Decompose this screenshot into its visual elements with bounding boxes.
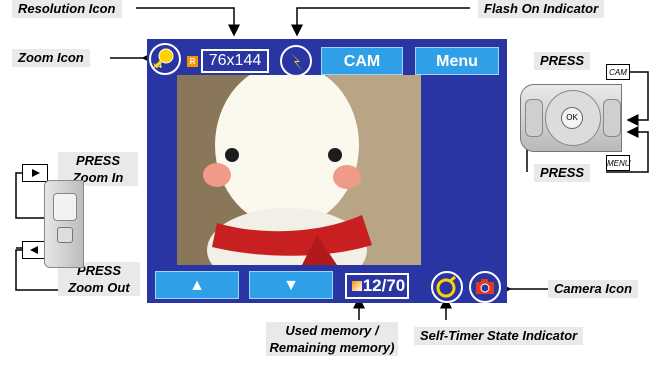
camera-icon xyxy=(469,271,501,303)
viewfinder-image xyxy=(177,75,421,265)
phone-keypad: OK xyxy=(520,84,622,152)
scroll-up-button[interactable]: ▲ xyxy=(155,271,239,299)
zoom-in-key-icon xyxy=(22,164,48,182)
flash-icon xyxy=(280,45,312,77)
zoom-icon-label: Zoom Icon xyxy=(12,49,90,67)
menu-key-icon: MENU xyxy=(606,155,631,171)
press-menu-label: PRESS xyxy=(534,164,591,182)
zoom-icon: x4 xyxy=(149,43,181,75)
cam-button[interactable]: CAM xyxy=(321,47,403,75)
memory-indicator: 12/70 xyxy=(345,273,409,299)
resolution-badge: R xyxy=(187,56,198,67)
camera-screen: x4 R 76x144 CAM Menu ▲ ▼ 12/70 xyxy=(147,39,507,303)
self-timer-icon xyxy=(431,271,463,303)
resolution-icon-label: Resolution Icon xyxy=(12,0,122,18)
scroll-down-button[interactable]: ▼ xyxy=(249,271,333,299)
memory-icon xyxy=(352,281,362,291)
flash-indicator-label: Flash On Indicator xyxy=(478,0,605,18)
resolution-indicator: 76x144 xyxy=(201,49,269,73)
press-cam-label: PRESS xyxy=(534,52,591,70)
phone-side-keys xyxy=(44,180,84,268)
cam-key-icon: CAM xyxy=(606,64,630,80)
memory-label: Used memory / Remaining memory) xyxy=(266,322,398,356)
self-timer-label: Self-Timer State Indicator xyxy=(414,327,584,345)
menu-button[interactable]: Menu xyxy=(415,47,499,75)
camera-icon-label: Camera Icon xyxy=(548,280,639,298)
